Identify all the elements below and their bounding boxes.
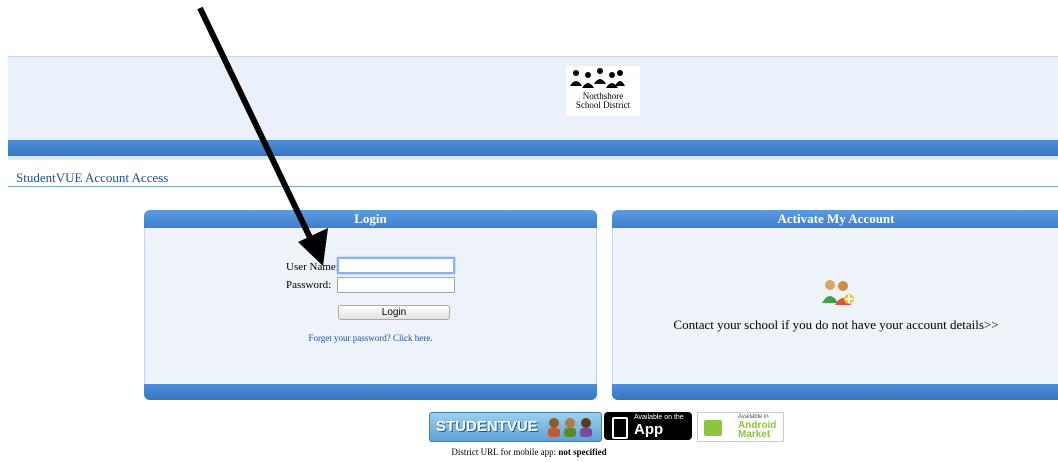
studentvue-badge[interactable]: STUDENTVUE [429,412,602,442]
android-bag-icon [704,420,722,436]
district-url-text: District URL for mobile app: not specifi… [451,447,607,457]
password-input[interactable] [337,277,455,293]
people-logo-icon [570,68,625,88]
nav-bar-shadow [8,156,1058,160]
login-button[interactable]: Login [338,305,450,320]
studentvue-badge-label: STUDENTVUE [436,418,538,435]
contact-school-text[interactable]: Contact your school if you do not have y… [613,317,1058,333]
activate-panel: Activate My Account Contact your school … [612,210,1058,400]
district-url-value: not specified [558,447,607,457]
forgot-password-link[interactable]: Forget your password? Click here. [145,333,596,343]
activate-panel-title: Activate My Account [612,210,1058,228]
android-market-badge[interactable]: Available in Android Market [697,412,784,442]
title-divider [8,186,1058,187]
annotation-arrow [197,6,328,266]
header-banner [8,56,1058,141]
activate-panel-footer [612,384,1058,400]
app-store-badge[interactable]: Available on the App Store [604,412,692,455]
page-title: StudentVUE Account Access [16,170,169,185]
login-panel-footer [144,384,597,400]
students-icon [548,418,592,437]
username-input[interactable] [337,257,455,274]
logo-line-2: School District [575,100,631,110]
android-label: Android Market [738,420,777,440]
password-label: Password: [286,279,332,291]
phone-icon [612,417,628,439]
nav-bar [8,140,1058,156]
add-users-icon [822,280,854,305]
district-logo: Northshore School District [566,66,640,116]
app-store-small-label: Available on the [634,414,684,421]
